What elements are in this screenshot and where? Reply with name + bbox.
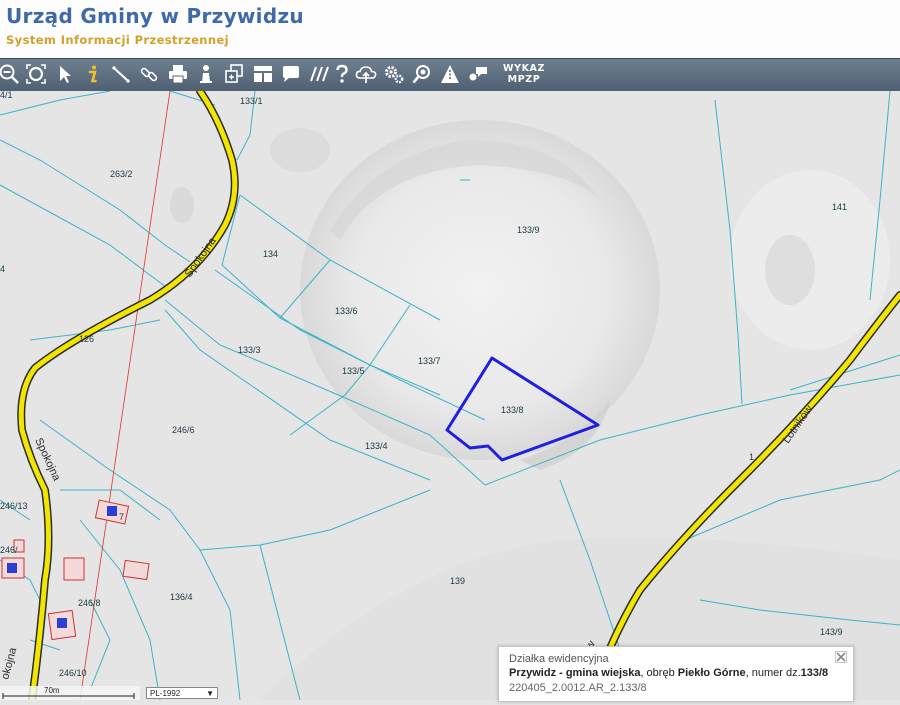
popup-description: Przywidz - gmina wiejska, obręb Piekło G… xyxy=(509,667,828,679)
person-icon[interactable] xyxy=(195,63,217,85)
popup-numer: 133/8 xyxy=(800,667,829,679)
zoom-extent-icon[interactable] xyxy=(25,63,47,85)
parcel-label: 133/8 xyxy=(501,405,524,415)
parcel-info-popup: Działka ewidencyjna Przywidz - gmina wie… xyxy=(498,646,854,702)
parcel-label: 133/6 xyxy=(335,306,358,316)
speech-bubble-icon[interactable] xyxy=(280,63,302,85)
app-subtitle: System Informacji Przestrzennej xyxy=(6,33,230,47)
popup-title: Działka ewidencyjna xyxy=(509,653,609,665)
popup-text-numer: , numer dz. xyxy=(745,667,801,679)
parcel-label: 136/4 xyxy=(170,592,193,602)
comment-icon[interactable] xyxy=(467,63,489,85)
map-view[interactable]: 133/1 263/2 133/9 141 134 133/6 126 133/… xyxy=(0,91,900,700)
road-sign-icon[interactable] xyxy=(439,63,461,85)
parcel-label: 133/4 xyxy=(365,441,388,451)
info-icon[interactable] xyxy=(82,63,104,85)
terrain-hollow-2 xyxy=(170,187,194,223)
parcel-label: 133/7 xyxy=(418,356,441,366)
parcel-label: 4 xyxy=(0,264,5,274)
chevron-down-icon: ▼ xyxy=(206,689,214,698)
parcel-label: 143/9 xyxy=(820,627,843,637)
parcel-label: 1 xyxy=(749,452,754,462)
scale-label: 70m xyxy=(44,686,60,695)
wykaz-mpzp-button[interactable]: WYKAZ MPZP xyxy=(500,63,548,85)
layout-icon[interactable] xyxy=(252,63,274,85)
parcel-label: 134 xyxy=(263,249,278,259)
upload-cloud-icon[interactable] xyxy=(355,63,377,85)
select-arrow-icon[interactable] xyxy=(54,63,76,85)
parcel-label: 133/1 xyxy=(240,96,263,106)
popup-identifier: 220405_2.0012.AR_2.133/8 xyxy=(509,682,647,694)
app-title: Urząd Gminy w Przywidzu xyxy=(6,4,304,28)
zoom-out-icon[interactable] xyxy=(0,63,20,85)
parcel-label: 126 xyxy=(79,334,94,344)
popup-gmina: Przywidz - gmina wiejska xyxy=(509,667,641,679)
measure-icon[interactable] xyxy=(110,63,132,85)
toolbar: WYKAZ MPZP xyxy=(0,58,900,92)
parcel-label: 246/6 xyxy=(172,425,195,435)
app-header: Urząd Gminy w Przywidzu System Informacj… xyxy=(0,0,900,58)
parcel-label: 263/2 xyxy=(110,169,133,179)
map-canvas[interactable]: 133/1 263/2 133/9 141 134 133/6 126 133/… xyxy=(0,91,900,700)
link-icon[interactable] xyxy=(138,63,160,85)
close-icon[interactable] xyxy=(835,651,847,663)
parcel-label: 246/ xyxy=(0,545,18,555)
parcel-label: 7 xyxy=(119,512,124,522)
scale-bar xyxy=(0,686,140,700)
parcel-label: 4/1 xyxy=(0,91,13,100)
terrain-hollow-3 xyxy=(765,235,815,305)
print-icon[interactable] xyxy=(167,63,189,85)
help-icon[interactable] xyxy=(331,63,353,85)
crs-value: PL-1992 xyxy=(150,689,181,698)
parcel-label: 133/3 xyxy=(238,345,261,355)
crs-select[interactable]: PL-1992 ▼ xyxy=(146,687,218,699)
terrain-hollow xyxy=(270,128,330,172)
parcel-label: 139 xyxy=(450,576,465,586)
mpzp-label: MPZP xyxy=(507,74,541,85)
parcel-label: 246/8 xyxy=(78,598,101,608)
parcel-label: 133/9 xyxy=(517,225,540,235)
parcel-label: 246/13 xyxy=(0,501,28,511)
parcel-label: 133/5 xyxy=(342,366,365,376)
layers-icon[interactable] xyxy=(223,63,245,85)
parcel-label: 141 xyxy=(832,202,847,212)
wykaz-label: WYKAZ xyxy=(503,63,545,74)
hatch-icon[interactable] xyxy=(308,63,330,85)
search-zoom-icon[interactable] xyxy=(411,63,433,85)
parcel-label: 246/10 xyxy=(59,668,87,678)
popup-text-obreb: , obręb xyxy=(640,667,678,679)
settings-icon[interactable] xyxy=(383,63,405,85)
popup-obreb: Piekło Górne xyxy=(677,667,746,679)
